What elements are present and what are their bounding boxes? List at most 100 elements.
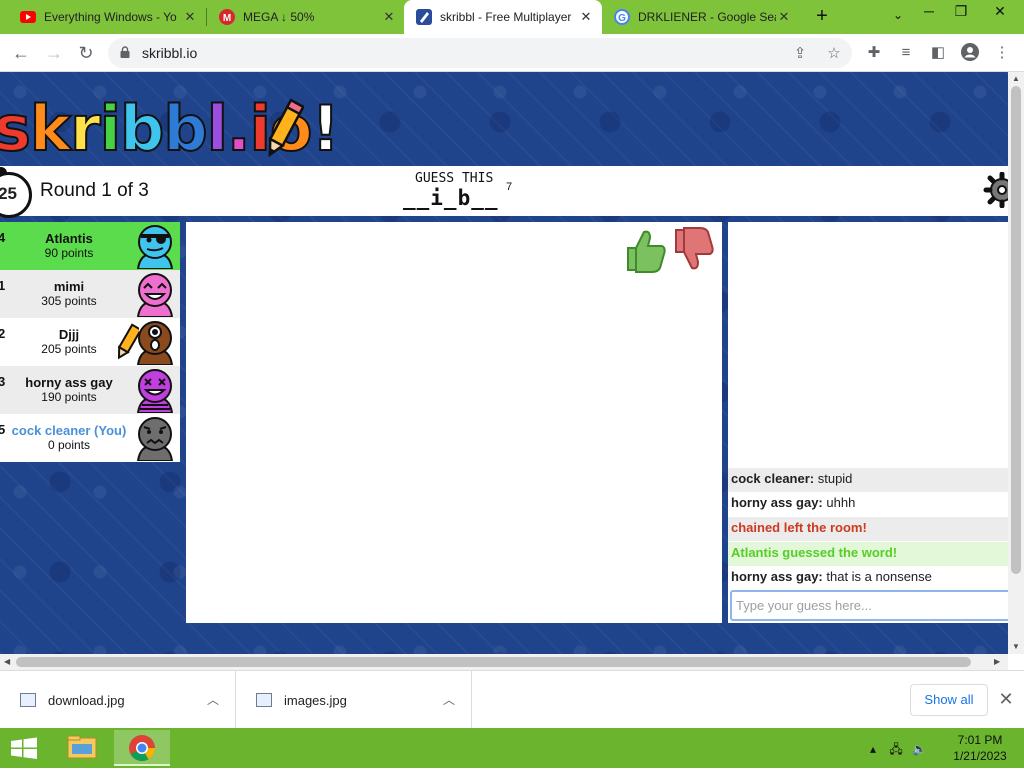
player-avatar bbox=[136, 369, 174, 413]
close-window-icon[interactable]: ✕ bbox=[984, 0, 1016, 28]
scroll-right-arrow-icon[interactable]: ▶ bbox=[994, 657, 1000, 666]
profile-avatar-icon[interactable] bbox=[960, 43, 980, 63]
timer-value: 25 bbox=[0, 184, 17, 203]
taskbar-clock[interactable]: 7:01 PM 1/21/2023 bbox=[945, 732, 1015, 764]
share-icon[interactable]: ⇪ bbox=[790, 44, 810, 62]
chat-text: that is a nonsense bbox=[822, 569, 932, 584]
tray-chevron-icon[interactable]: ▴ bbox=[870, 742, 876, 756]
player-name: cock cleaner (You) bbox=[11, 423, 127, 438]
tab-mega[interactable]: M MEGA ↓ 50% ✕ bbox=[207, 0, 405, 34]
player-row[interactable]: 1 mimi 305 points bbox=[0, 270, 180, 318]
player-row[interactable]: 5 cock cleaner (You) 0 points bbox=[0, 414, 180, 462]
player-rank: 3 bbox=[0, 374, 6, 389]
menu-kebab-icon[interactable]: ⋮ bbox=[992, 43, 1012, 63]
tab-google-search[interactable]: G DRKLIENER - Google Sea ✕ bbox=[602, 0, 800, 34]
mega-icon: M bbox=[219, 9, 235, 25]
drawing-canvas[interactable] bbox=[186, 222, 722, 623]
download-item[interactable]: images.jpg ︿ bbox=[236, 671, 472, 729]
chat-guessed-message: Atlantis guessed the word! bbox=[728, 542, 1008, 566]
download-item[interactable]: download.jpg ︿ bbox=[0, 671, 236, 729]
restore-icon[interactable]: ❐ bbox=[945, 0, 977, 28]
reload-icon[interactable]: ↻ bbox=[74, 41, 98, 65]
player-points: 205 points bbox=[41, 342, 97, 356]
chrome-icon[interactable] bbox=[114, 730, 170, 766]
chat-text: stupid bbox=[814, 471, 853, 486]
player-rank: 4 bbox=[0, 230, 6, 245]
player-rank: 2 bbox=[0, 326, 6, 341]
player-points: 90 points bbox=[44, 246, 94, 260]
extensions-puzzle-icon[interactable]: ✚ bbox=[864, 43, 884, 63]
logo-pencil-icon bbox=[268, 98, 304, 158]
word-length: 7 bbox=[506, 181, 513, 193]
clock-time: 7:01 PM bbox=[957, 733, 1003, 747]
svg-text:M: M bbox=[223, 13, 231, 24]
media-control-icon[interactable]: ≡ bbox=[896, 43, 916, 63]
new-tab-icon[interactable]: + bbox=[810, 5, 834, 29]
tab-title: DRKLIENER - Google Sea bbox=[638, 10, 776, 24]
vertical-scrollbar[interactable]: ▲ ▼ bbox=[1008, 72, 1024, 654]
scroll-down-arrow-icon[interactable]: ▼ bbox=[1012, 642, 1020, 651]
settings-gear-icon[interactable] bbox=[982, 172, 1008, 208]
horizontal-scroll-thumb[interactable] bbox=[16, 657, 971, 667]
word-hint: __i_b__ bbox=[403, 186, 499, 210]
chat-text: uhhh bbox=[822, 495, 856, 510]
game-header-bar: 25 Round 1 of 3 GUESS THIS __i_b__ 7 bbox=[0, 166, 1008, 218]
chat-message: cock cleaner: stupid bbox=[728, 468, 1008, 492]
chat-message: horny ass gay: that is a nonsense bbox=[728, 566, 1008, 590]
close-downloads-icon[interactable]: ✕ bbox=[996, 689, 1016, 709]
address-bar[interactable]: skribbl.io ⇪ ☆ bbox=[108, 38, 852, 68]
chat-system-message: chained left the room! bbox=[728, 517, 1008, 541]
file-explorer-icon[interactable] bbox=[54, 730, 110, 766]
thumbs-down-icon[interactable] bbox=[672, 226, 716, 274]
horizontal-scrollbar[interactable]: ◀ ▶ bbox=[0, 654, 1008, 670]
vertical-scroll-thumb[interactable] bbox=[1011, 86, 1021, 574]
browser-tab-strip: Everything Windows - Yo ✕ M MEGA ↓ 50% ✕… bbox=[0, 0, 1024, 34]
chat-text: Atlantis guessed the word! bbox=[731, 545, 898, 560]
guess-input[interactable] bbox=[730, 590, 1008, 621]
player-row[interactable]: 2 Djjj 205 points bbox=[0, 318, 180, 366]
page-viewport: skribbl.io! 25 Round 1 of 3 GUESS THIS _… bbox=[0, 72, 1008, 654]
download-filename: images.jpg bbox=[284, 693, 347, 708]
thumbs-up-icon[interactable] bbox=[624, 226, 668, 274]
player-points: 190 points bbox=[41, 390, 97, 404]
close-tab-icon[interactable]: ✕ bbox=[381, 9, 397, 25]
system-tray[interactable]: ▴ 🖧 🔈 bbox=[870, 740, 927, 761]
volume-icon[interactable]: 🔈 bbox=[912, 742, 927, 756]
tab-title: skribbl - Free Multiplayer bbox=[440, 10, 572, 24]
chevron-up-icon[interactable]: ︿ bbox=[207, 691, 219, 708]
image-file-icon bbox=[256, 693, 272, 707]
player-avatar bbox=[136, 417, 174, 461]
close-tab-icon[interactable]: ✕ bbox=[578, 9, 594, 25]
side-panel-icon[interactable]: ◧ bbox=[928, 43, 948, 63]
image-file-icon bbox=[20, 693, 36, 707]
clock-date: 1/21/2023 bbox=[953, 749, 1007, 763]
download-filename: download.jpg bbox=[48, 693, 125, 708]
chevron-up-icon[interactable]: ︿ bbox=[443, 691, 455, 708]
chat-author: horny ass gay: bbox=[731, 569, 823, 584]
tab-skribbl[interactable]: skribbl - Free Multiplayer ✕ bbox=[404, 0, 602, 34]
minimize-icon[interactable]: ─ bbox=[913, 0, 945, 28]
back-arrow-icon[interactable]: ← bbox=[9, 41, 33, 65]
bookmark-star-icon[interactable]: ☆ bbox=[824, 44, 844, 62]
scroll-left-arrow-icon[interactable]: ◀ bbox=[4, 657, 10, 666]
chat-panel: cock cleaner: stupid horny ass gay: uhhh… bbox=[728, 222, 1008, 623]
show-all-button[interactable]: Show all bbox=[910, 684, 988, 716]
tab-everything-windows[interactable]: Everything Windows - Yo ✕ bbox=[8, 0, 206, 34]
player-avatar bbox=[136, 321, 174, 365]
timer-clock-icon: 25 bbox=[0, 167, 32, 218]
forward-arrow-icon[interactable]: → bbox=[42, 41, 66, 65]
player-row[interactable]: 3 horny ass gay 190 points bbox=[0, 366, 180, 414]
player-row[interactable]: 4 Atlantis 90 points bbox=[0, 222, 180, 270]
google-icon: G bbox=[614, 9, 630, 25]
network-icon[interactable]: 🖧 bbox=[889, 742, 902, 756]
windows-start-icon[interactable] bbox=[0, 728, 48, 768]
close-tab-icon[interactable]: ✕ bbox=[776, 9, 792, 25]
chat-text: chained left the room! bbox=[731, 520, 867, 535]
tab-search-chevron-icon[interactable]: ⌄ bbox=[888, 8, 908, 26]
player-rank: 1 bbox=[0, 278, 6, 293]
guess-this-label: GUESS THIS bbox=[415, 171, 494, 186]
scroll-up-arrow-icon[interactable]: ▲ bbox=[1012, 74, 1020, 83]
player-points: 0 points bbox=[47, 438, 91, 452]
windows-taskbar: ▴ 🖧 🔈 7:01 PM 1/21/2023 bbox=[0, 728, 1024, 768]
close-tab-icon[interactable]: ✕ bbox=[182, 9, 198, 25]
